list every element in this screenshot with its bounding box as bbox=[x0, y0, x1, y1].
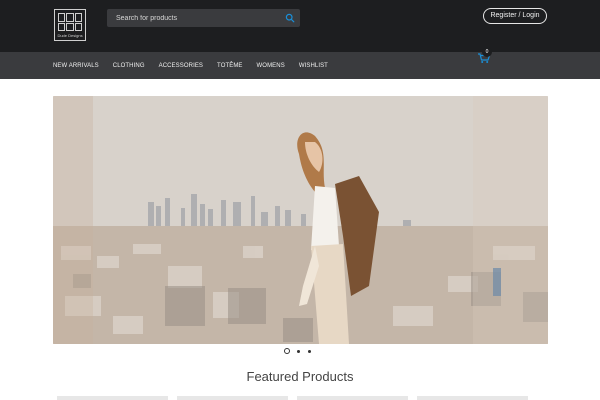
search-icon[interactable] bbox=[285, 13, 295, 23]
search-input[interactable] bbox=[107, 9, 282, 27]
search-bar bbox=[107, 9, 300, 27]
hero-image bbox=[53, 96, 548, 344]
logo-tagline: Dude Designs bbox=[57, 33, 83, 38]
product-card[interactable] bbox=[297, 396, 408, 400]
slider-dots bbox=[284, 348, 319, 354]
product-card[interactable] bbox=[57, 396, 168, 400]
nav-item-new-arrivals[interactable]: NEW ARRIVALS bbox=[53, 63, 99, 69]
slider-dot-2[interactable] bbox=[297, 349, 300, 353]
nav-item-womens[interactable]: WOMENS bbox=[257, 63, 285, 69]
nav-item-wishlist[interactable]: WISHLIST bbox=[299, 63, 328, 69]
nav-item-accessories[interactable]: ACCESSORIES bbox=[159, 63, 203, 69]
cart-count-badge: 0 bbox=[482, 47, 492, 57]
slider-dot-1[interactable] bbox=[284, 348, 290, 354]
featured-products-row bbox=[57, 396, 547, 400]
main-nav: NEW ARRIVALS CLOTHING ACCESSORIES TOTÊME… bbox=[0, 52, 600, 79]
logo-mark bbox=[58, 13, 82, 31]
product-card[interactable] bbox=[177, 396, 288, 400]
top-header: Dude Designs Register / Login bbox=[0, 0, 600, 52]
nav-item-clothing[interactable]: CLOTHING bbox=[113, 63, 145, 69]
product-card[interactable] bbox=[417, 396, 528, 400]
slider-dot-3[interactable] bbox=[308, 349, 311, 353]
hero-slider[interactable] bbox=[53, 96, 548, 344]
register-login-button[interactable]: Register / Login bbox=[483, 8, 547, 24]
nav-item-toteme[interactable]: TOTÊME bbox=[217, 63, 243, 69]
featured-products-title: Featured Products bbox=[246, 369, 354, 384]
brand-logo[interactable]: Dude Designs bbox=[54, 9, 86, 41]
nav-menu: NEW ARRIVALS CLOTHING ACCESSORIES TOTÊME… bbox=[53, 52, 342, 79]
